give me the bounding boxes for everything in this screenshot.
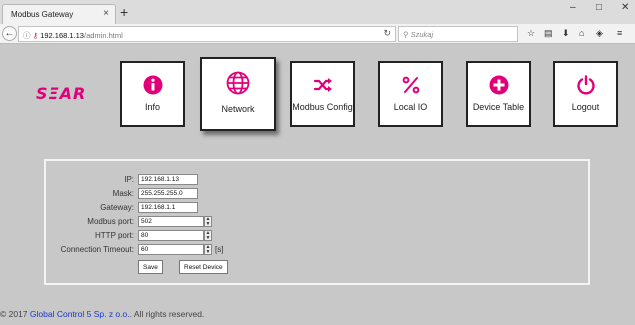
nav-button-logout[interactable]: Logout [553, 61, 618, 127]
nav-button-info[interactable]: Info [120, 61, 185, 127]
back-arrow-icon[interactable]: ← [2, 26, 17, 41]
url-bar[interactable]: ⓘ ⚷ 192.168.1.13/admin.html ↻ [18, 26, 396, 42]
gateway-field[interactable]: 192.168.1.1 [138, 202, 198, 213]
search-placeholder: Szukaj [410, 30, 434, 39]
form-row-gateway: Gateway: 192.168.1.1 [46, 202, 346, 214]
browser-tab[interactable]: Modbus Gateway × [2, 4, 116, 24]
form-row-mask: Mask: 255.255.255.0 [46, 188, 346, 200]
minimize-icon[interactable]: – [570, 2, 576, 13]
form-row-timeout: Connection Timeout: 60 ▲ ▼ [s] [46, 244, 346, 256]
maximize-icon[interactable]: □ [596, 2, 602, 13]
nav-button-network[interactable]: Network [200, 57, 276, 131]
reading-list-icon[interactable]: ▤ [544, 28, 553, 39]
lock-warning-icon: ⚷ [32, 31, 39, 40]
shuffle-icon [313, 78, 332, 92]
url-host: 192.168.1.13 [40, 31, 84, 40]
timeout-label: Connection Timeout: [60, 245, 134, 254]
nav-label-network: Network [221, 104, 255, 114]
home-icon[interactable]: ⌂ [579, 28, 584, 38]
timeout-spinner[interactable]: ▲ ▼ [204, 244, 212, 255]
menu-icon[interactable]: ≡ [617, 28, 622, 38]
download-icon[interactable]: ⬇ [562, 28, 570, 39]
nav-label-device-table: Device Table [472, 102, 525, 112]
footer-copyright: © 2017 [0, 309, 28, 319]
search-input[interactable]: ⚲ Szukaj [398, 26, 518, 42]
form-row-http-port: HTTP port: 80 ▲ ▼ [46, 230, 346, 242]
footer-company-link[interactable]: Global Control 5 Sp. z o.o. [30, 309, 130, 319]
tab-title: Modbus Gateway [11, 10, 74, 19]
nav-label-logout: Logout [571, 102, 600, 112]
ip-field[interactable]: 192.168.1.13 [138, 174, 198, 185]
reload-icon[interactable]: ↻ [383, 28, 391, 39]
gateway-label: Gateway: [100, 203, 134, 212]
search-icon: ⚲ [403, 30, 409, 39]
mask-field[interactable]: 255.255.255.0 [138, 188, 198, 199]
star-logo: SΞAR [36, 84, 87, 103]
modbus-port-field[interactable]: 502 [138, 216, 204, 227]
nav-button-device-table[interactable]: Device Table [466, 61, 531, 127]
http-port-spinner[interactable]: ▲ ▼ [204, 230, 212, 241]
new-tab-button[interactable]: + [120, 4, 128, 20]
nav-button-modbus-config[interactable]: Modbus Config [290, 61, 355, 127]
mask-label: Mask: [112, 189, 134, 198]
form-row-modbus-port: Modbus port: 502 ▲ ▼ [46, 216, 346, 228]
nav-label-modbus-config: Modbus Config [292, 102, 353, 112]
nav-label-info: Info [144, 102, 160, 112]
footer: © 2017 Global Control 5 Sp. z o.o.. All … [0, 309, 205, 319]
pocket-icon[interactable]: ◈ [596, 28, 603, 39]
ip-label: IP: [124, 175, 134, 184]
percent-icon [402, 76, 419, 94]
plus-circle-icon [489, 75, 508, 95]
footer-rights: All rights reserved. [133, 309, 205, 319]
nav-button-local-io[interactable]: Local IO [378, 61, 443, 127]
info-icon [143, 75, 162, 95]
browser-navbar: ← ⓘ ⚷ 192.168.1.13/admin.html ↻ ⚲ Szukaj… [0, 24, 635, 44]
timeout-field[interactable]: 60 [138, 244, 204, 255]
modbus-port-label: Modbus port: [87, 217, 134, 226]
timeout-unit: [s] [215, 245, 224, 254]
site-info-icon[interactable]: ⓘ [23, 31, 31, 40]
browser-titlebar: Modbus Gateway × + – □ ✕ [0, 0, 635, 24]
http-port-label: HTTP port: [95, 231, 134, 240]
bookmark-star-icon[interactable]: ☆ [527, 28, 535, 39]
close-window-icon[interactable]: ✕ [621, 2, 629, 13]
reset-device-button[interactable]: Reset Device [179, 260, 228, 274]
url-path: /admin.html [83, 31, 123, 40]
save-button[interactable]: Save [138, 260, 163, 274]
form-row-ip: IP: 192.168.1.13 [46, 174, 346, 186]
nav-label-local-io: Local IO [393, 102, 428, 112]
network-settings-panel: IP: 192.168.1.13 Mask: 255.255.255.0 Gat… [44, 159, 590, 285]
globe-icon [226, 71, 250, 95]
power-icon [576, 75, 595, 95]
tab-close-icon[interactable]: × [103, 8, 109, 19]
modbus-port-spinner[interactable]: ▲ ▼ [204, 216, 212, 227]
http-port-field[interactable]: 80 [138, 230, 204, 241]
